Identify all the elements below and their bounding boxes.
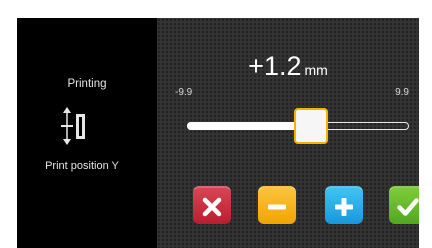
- range-min-label: -9.9: [175, 87, 193, 98]
- plus-icon: [335, 198, 353, 216]
- mode-label: Printing: [67, 78, 107, 90]
- close-icon: [202, 197, 222, 217]
- value-readout: +1.2 mm: [157, 51, 419, 82]
- decrease-button[interactable]: [258, 186, 296, 224]
- left-info-panel: Printing Print position Y: [17, 18, 157, 248]
- print-position-y-icon: [61, 107, 85, 145]
- cancel-button[interactable]: [193, 186, 231, 224]
- value-unit: mm: [304, 62, 328, 78]
- display-screen: Printing Print position Y +1.2 mm -9.9 9.…: [17, 18, 419, 248]
- checkmark-icon: [397, 198, 419, 216]
- slider-thumb[interactable]: [294, 108, 328, 144]
- value-slider[interactable]: [187, 106, 409, 146]
- minus-icon: [268, 204, 286, 210]
- increase-button[interactable]: [325, 186, 363, 224]
- confirm-button[interactable]: [389, 186, 419, 224]
- value-number: +1.2: [248, 51, 302, 81]
- adjustment-panel: +1.2 mm -9.9 9.9: [157, 18, 419, 248]
- slider-fill: [187, 122, 311, 130]
- function-label: Print position Y: [45, 160, 119, 172]
- range-max-label: 9.9: [395, 87, 409, 98]
